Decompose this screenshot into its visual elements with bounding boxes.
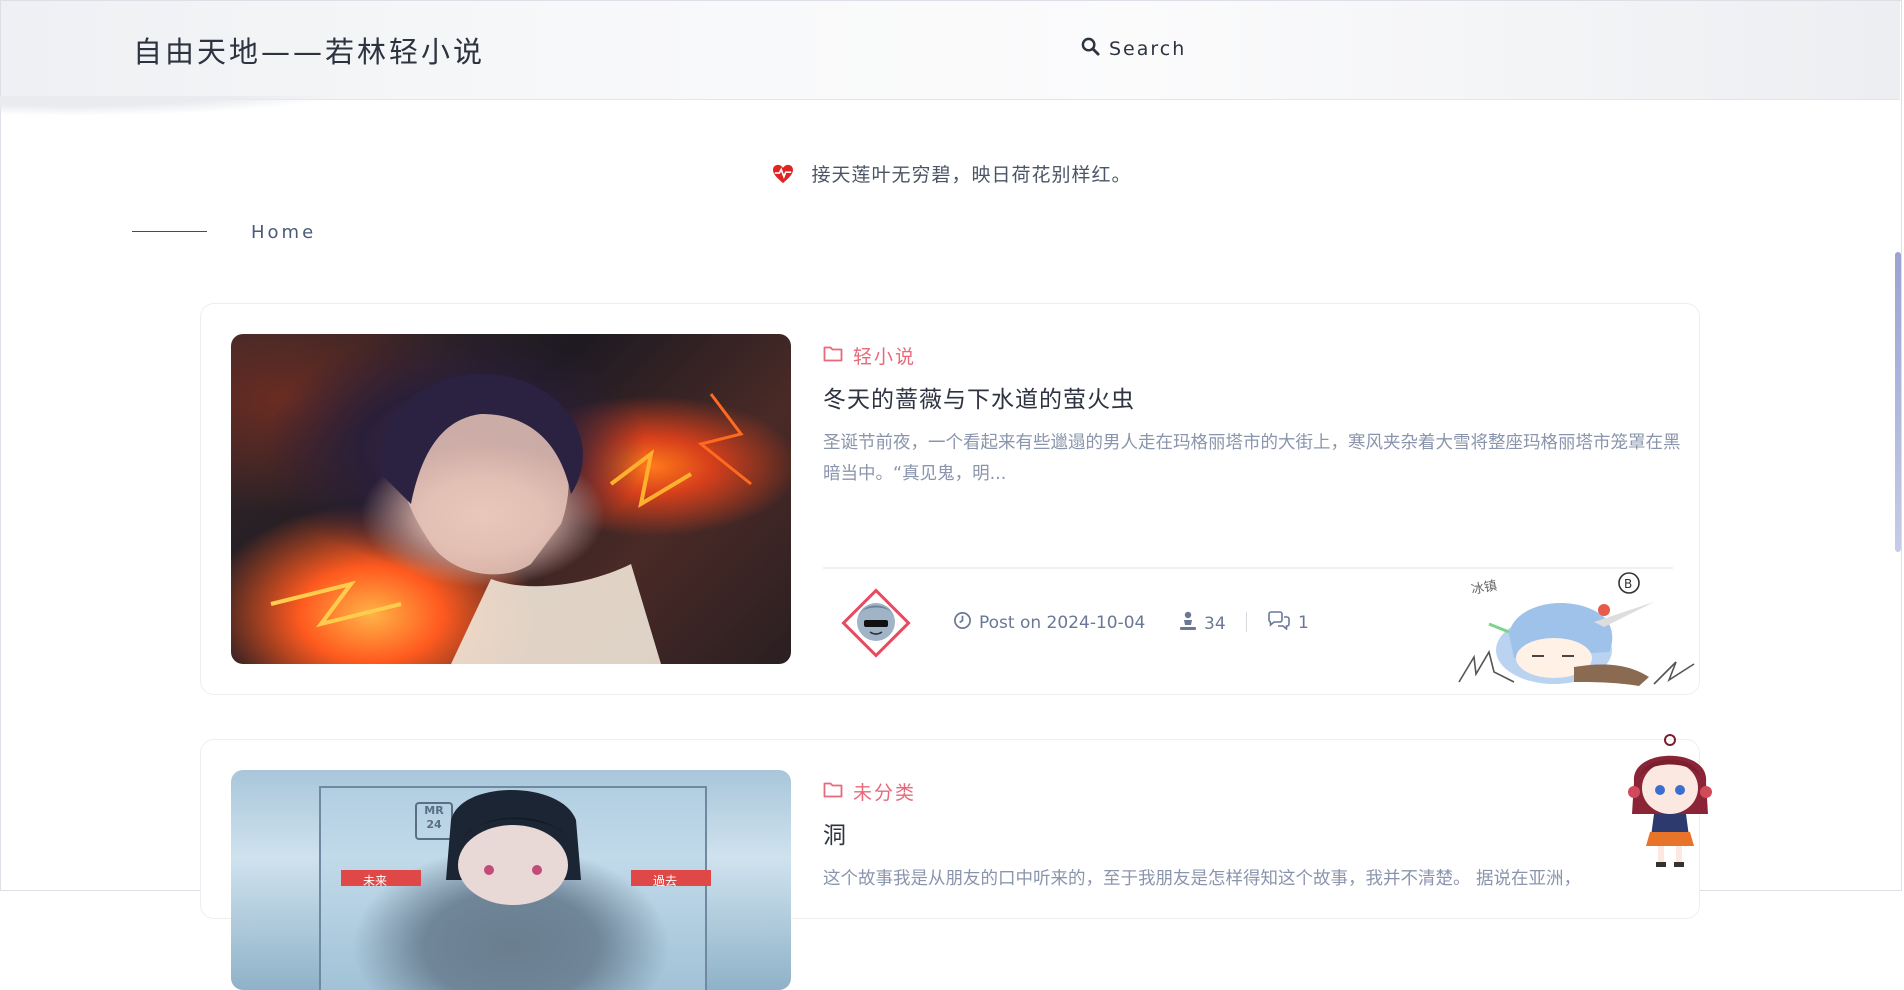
search-label: Search <box>1109 37 1187 60</box>
post-thumbnail[interactable]: 未来 過去 MR 24 <box>231 770 791 990</box>
post-comments[interactable]: 1 <box>1267 611 1309 635</box>
views-count: 34 <box>1204 613 1226 634</box>
post-title[interactable]: 冬天的蔷薇与下水道的萤火虫 <box>823 380 1135 414</box>
header-wave-decoration <box>0 96 360 116</box>
post-excerpt: 圣诞节前夜，一个看起来有些邋遢的男人走在玛格丽塔市的大街上，寒风夹杂着大雪将整座… <box>823 433 1681 484</box>
breadcrumb-line <box>132 231 207 232</box>
post-date: Post on 2024-10-04 <box>953 611 1145 635</box>
site-title[interactable]: 自由天地——若林轻小说 <box>133 29 485 71</box>
chibi-sticker: B 冰镇 <box>1454 572 1699 694</box>
card-divider <box>823 567 1673 569</box>
post-category[interactable]: 未分类 <box>823 778 916 805</box>
comments-icon <box>1267 611 1291 635</box>
site-header: 自由天地——若林轻小说 Search <box>1 1 1900 100</box>
post-excerpt: 这个故事我是从朋友的口中听来的，至于我朋友是怎样得知这个故事，我并不清楚。 据说… <box>823 869 1582 889</box>
clock-icon <box>953 611 972 635</box>
category-label: 未分类 <box>853 782 917 804</box>
search-button[interactable]: Search <box>1081 37 1186 60</box>
post-thumbnail[interactable] <box>231 334 791 664</box>
folder-icon <box>823 781 843 803</box>
breadcrumb-home[interactable]: Home <box>251 222 316 243</box>
author-avatar[interactable] <box>839 586 913 660</box>
post-title[interactable]: 洞 <box>823 816 847 850</box>
reader-icon <box>1179 611 1197 636</box>
motto-text: 接天莲叶无穷碧，映日荷花别样红。 <box>811 164 1132 186</box>
post-date-text: Post on 2024-10-04 <box>979 613 1146 633</box>
category-label: 轻小说 <box>853 346 917 368</box>
motto: 接天莲叶无穷碧，映日荷花别样红。 <box>0 160 1904 189</box>
meta-separator <box>1246 612 1247 632</box>
sticker-caption: 冰镇 <box>1470 579 1498 598</box>
post-card: 轻小说 冬天的蔷薇与下水道的萤火虫 圣诞节前夜，一个看起来有些邋遢的男人走在玛格… <box>200 303 1700 695</box>
comments-count: 1 <box>1298 613 1309 633</box>
post-views: 34 <box>1179 611 1226 636</box>
mascot-character[interactable] <box>1620 732 1720 872</box>
svg-text:B: B <box>1624 577 1632 591</box>
post-category[interactable]: 轻小说 <box>823 342 916 369</box>
scrollbar-thumb[interactable] <box>1895 252 1901 552</box>
search-icon <box>1081 37 1100 60</box>
folder-icon <box>823 345 843 367</box>
post-card: 未来 過去 MR 24 未分类 洞 这个故事我是从朋友的口中听来的，至于我朋友是… <box>200 739 1700 990</box>
heartbeat-icon <box>772 164 794 189</box>
